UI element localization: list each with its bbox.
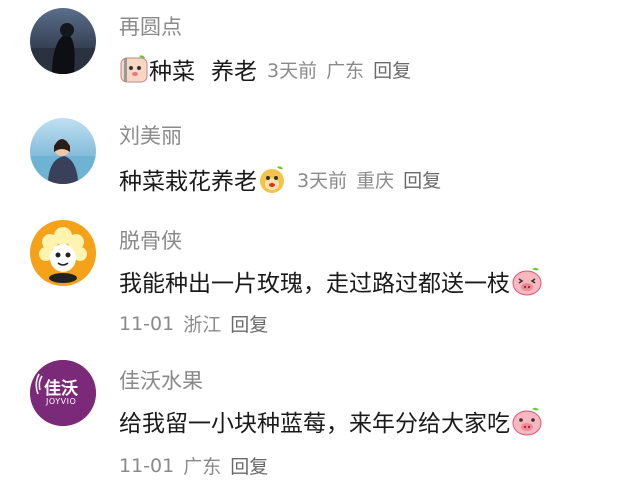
comment-text-body: 给我留一小块种蓝莓，来年分给大家吃 xyxy=(119,411,510,437)
comment-time: 3天前 xyxy=(297,169,348,192)
user-name[interactable]: 脱骨侠 xyxy=(119,225,182,255)
comment-location: 浙江 xyxy=(183,314,222,336)
reply-button[interactable]: 回复 xyxy=(230,310,268,337)
joyvio-logo-text: 佳沃 xyxy=(44,379,78,399)
comment-text-part: 种菜 xyxy=(149,59,195,85)
user-avatar[interactable] xyxy=(30,118,96,184)
comment-text: 种菜 养老 3天前 广东 回复 xyxy=(119,52,411,86)
comment-text-body: 我能种出一片玫瑰，走过路过都送一枝 xyxy=(119,271,510,297)
user-avatar[interactable] xyxy=(30,220,96,286)
pig-face-emoji-icon xyxy=(510,405,544,437)
comment-meta: 11-01 浙江 回复 xyxy=(119,310,268,337)
comment-location: 广东 xyxy=(326,59,365,82)
user-avatar[interactable]: 佳沃 JOYVIO xyxy=(30,360,96,426)
comment-text: 种菜栽花养老 3天前 重庆 回复 xyxy=(119,162,441,196)
shy-face-emoji-icon xyxy=(119,54,149,84)
reply-button[interactable]: 回复 xyxy=(230,452,268,479)
comment-time: 11-01 xyxy=(119,454,175,477)
comment-text: 我能种出一片玫瑰，走过路过都送一枝 xyxy=(119,264,544,298)
reply-button[interactable]: 回复 xyxy=(403,166,441,193)
comment-time: 11-01 xyxy=(119,312,175,335)
user-name[interactable]: 刘美丽 xyxy=(119,120,182,150)
comment-time: 3天前 xyxy=(267,59,318,82)
comment-meta: 11-01 广东 回复 xyxy=(119,452,268,479)
comment-location: 广东 xyxy=(183,456,222,478)
pig-face-emoji-icon xyxy=(510,265,544,297)
comment-location: 重庆 xyxy=(356,169,395,192)
comment-meta: 3天前 重庆 回复 xyxy=(297,166,441,193)
comment-text-part: 养老 xyxy=(211,59,257,85)
user-name[interactable]: 再圆点 xyxy=(119,11,182,41)
reply-button[interactable]: 回复 xyxy=(373,56,411,83)
comment-meta: 3天前 广东 回复 xyxy=(267,56,411,83)
user-avatar[interactable] xyxy=(30,8,96,74)
user-name[interactable]: 佳沃水果 xyxy=(119,365,203,395)
monkey-face-emoji-icon xyxy=(257,164,287,194)
comment-text-body: 种菜栽花养老 xyxy=(119,169,257,195)
joyvio-logo-subtext: JOYVIO xyxy=(46,397,77,406)
comment-text: 给我留一小块种蓝莓，来年分给大家吃 xyxy=(119,404,544,438)
